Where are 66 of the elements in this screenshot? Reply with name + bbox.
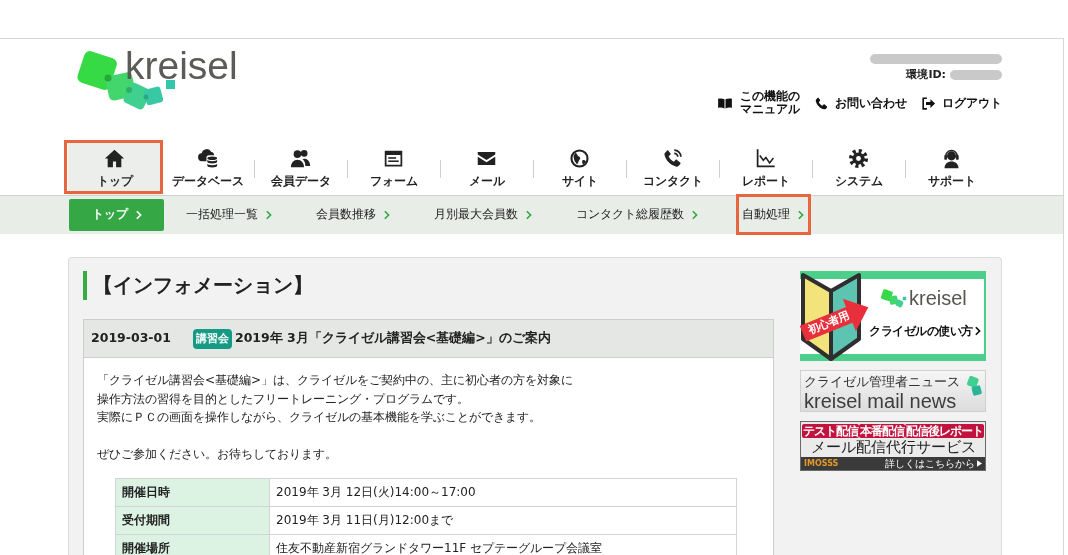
subnav-link[interactable]: 自動処理 bbox=[720, 199, 826, 231]
nav-tab[interactable]: データベース bbox=[161, 140, 254, 195]
headset-person-icon bbox=[941, 148, 962, 170]
phone-icon bbox=[814, 95, 829, 111]
banner-tag: 本番配信 bbox=[859, 424, 905, 438]
beginner-guide-banner[interactable]: kreisel クライゼルの使い方 初心者用 bbox=[800, 271, 986, 361]
cloud-database-icon bbox=[197, 148, 218, 170]
table-cell: 開催場所 bbox=[115, 534, 270, 555]
subnav-link[interactable]: 一括処理一覧 bbox=[164, 199, 294, 231]
mail-news-banner[interactable]: クライゼル管理者ニュース kreisel mail news bbox=[800, 370, 986, 412]
ribbon-label: 初心者用 bbox=[806, 308, 852, 338]
banner-tag: 配信後レポート bbox=[905, 424, 984, 438]
table-cell: 2019年 3月 11日(月)12:00まで bbox=[269, 506, 737, 535]
squares-icon bbox=[965, 375, 983, 397]
chevron-icon bbox=[525, 210, 532, 220]
nav-tab[interactable]: サポート bbox=[905, 140, 998, 195]
logo-text: kreisel bbox=[125, 45, 238, 87]
subnav-link[interactable]: 会員数推移 bbox=[294, 199, 412, 231]
banner-subtitle: kreisel mail news bbox=[804, 391, 957, 412]
news-title: 2019年 3月「クライゼル講習会<基礎編>」のご案内 bbox=[234, 329, 551, 348]
gear-icon bbox=[848, 148, 869, 170]
table-cell: 受付期間 bbox=[115, 506, 270, 535]
nav-tab[interactable]: メール bbox=[440, 140, 533, 195]
subnav-link[interactable]: コンタクト総履歴数 bbox=[554, 199, 720, 231]
banner-caption: クライゼルの使い方 bbox=[869, 324, 973, 338]
section-title: 【インフォメーション】 bbox=[83, 271, 317, 300]
mail-service-banner[interactable]: テスト配信 本番配信 配信後レポート メール配信代行サービス IMOSSS 詳しくはこちらから bbox=[800, 421, 986, 471]
category-tag: 講習会 bbox=[192, 328, 232, 349]
book-icon bbox=[716, 95, 734, 111]
chevron-icon bbox=[134, 210, 142, 220]
logout-link[interactable]: ログアウト bbox=[921, 95, 1002, 111]
nav-tab[interactable]: フォーム bbox=[347, 140, 440, 195]
nav-tab[interactable]: システム bbox=[812, 140, 905, 195]
news-date: 2019-03-01 bbox=[91, 329, 171, 348]
play-arrow-icon bbox=[977, 460, 982, 467]
logout-icon bbox=[921, 95, 936, 111]
chevron-icon bbox=[797, 210, 804, 220]
paragraph-text: ぜひご参加ください。お待ちしております。 bbox=[97, 446, 337, 463]
banner-title: クライゼル管理者ニュース bbox=[804, 374, 960, 390]
nav-tab[interactable]: コンタクト bbox=[626, 140, 719, 195]
people-icon bbox=[290, 148, 311, 170]
beginner-mark-icon bbox=[800, 271, 869, 361]
contact-link[interactable]: お問い合わせ bbox=[814, 95, 907, 111]
chevron-icon bbox=[691, 210, 698, 220]
nav-tab[interactable]: サイト bbox=[533, 140, 626, 195]
banner-title: メール配信代行サービス bbox=[809, 438, 977, 457]
nav-tab[interactable]: レポート bbox=[719, 140, 812, 195]
logo-text: kreisel bbox=[909, 287, 967, 309]
chevron-icon bbox=[265, 210, 272, 220]
banner-tag: テスト配信 bbox=[802, 424, 859, 438]
chevron-icon bbox=[383, 210, 390, 220]
table-cell: 開催日時 bbox=[115, 478, 270, 507]
house-icon bbox=[104, 148, 125, 170]
nav-tab[interactable]: 会員データ bbox=[254, 140, 347, 195]
chevron-icon bbox=[973, 326, 981, 336]
logo-mark-icon bbox=[881, 288, 907, 308]
subnav-link[interactable]: 月別最大会員数 bbox=[412, 199, 554, 231]
brand-text: IMOSSS bbox=[804, 458, 839, 469]
manual-link[interactable]: この機能の マニュアル bbox=[716, 90, 800, 116]
globe-icon bbox=[569, 148, 590, 170]
paragraph-text: 「クライゼル講習会<基礎編>」は、クライゼルをご契約中の、主に初心者の方を対象に 操作方法の習得を目的としたフリートレーニング・プログラムです。 実際にＰＣの画面を操作しながら、クライゼルの基本機能を学ぶことができます。 bbox=[97, 372, 574, 426]
phone-icon bbox=[662, 148, 683, 170]
env-id-label: 環境ID: bbox=[906, 68, 946, 82]
line-chart-icon bbox=[755, 148, 776, 170]
banner-link-text: 詳しくはこちらから bbox=[885, 457, 975, 470]
table-cell: 2019年 3月 12日(火)14:00～17:00 bbox=[269, 478, 737, 507]
